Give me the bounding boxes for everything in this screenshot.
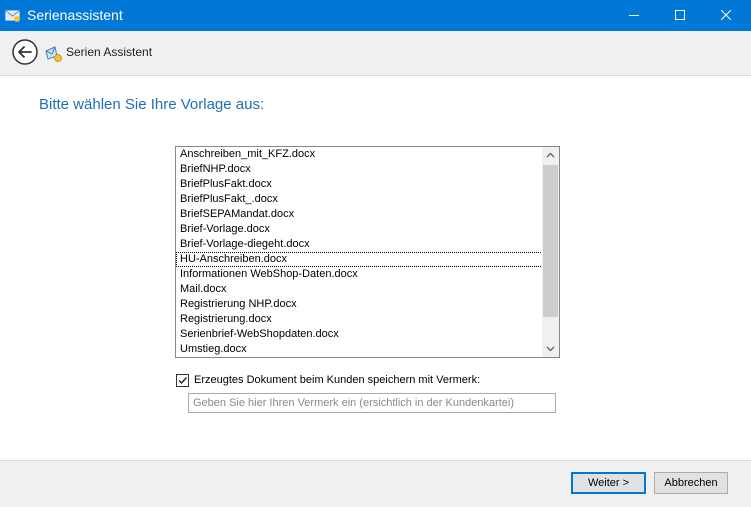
wizard-header: Serien Assistent — [0, 31, 751, 76]
template-list-item[interactable]: Umstieg.docx — [176, 342, 543, 357]
vertical-scrollbar[interactable] — [542, 147, 559, 357]
template-list-item[interactable]: HU-Anschreiben.docx — [176, 252, 543, 267]
template-list-item[interactable]: Registrierung NHP.docx — [176, 297, 543, 312]
chevron-up-icon — [546, 152, 555, 158]
template-list-item[interactable]: Brief-Vorlage-diegeht.docx — [176, 237, 543, 252]
template-list-item[interactable]: BriefSEPAMandat.docx — [176, 207, 543, 222]
template-list-item[interactable]: Registrierung.docx — [176, 312, 543, 327]
template-list-item[interactable]: BriefNHP.docx — [176, 162, 543, 177]
minimize-button[interactable] — [611, 0, 657, 31]
scroll-up-button[interactable] — [542, 147, 559, 164]
close-button[interactable] — [703, 0, 749, 31]
template-list-item[interactable]: Brief-Vorlage.docx — [176, 222, 543, 237]
scroll-thumb[interactable] — [543, 165, 558, 317]
chevron-down-icon — [546, 346, 555, 352]
checkmark-icon — [178, 377, 188, 385]
next-button[interactable]: Weiter > — [571, 472, 646, 494]
save-with-note-checkbox[interactable] — [176, 374, 189, 387]
template-list-item[interactable]: Anschreiben_mit_KFZ.docx — [176, 147, 543, 162]
mail-merge-icon — [45, 46, 63, 62]
back-arrow-icon — [12, 39, 38, 65]
title-bar: Serienassistent — [0, 0, 751, 31]
maximize-button[interactable] — [657, 0, 703, 31]
page-heading: Bitte wählen Sie Ihre Vorlage aus: — [39, 96, 265, 113]
template-list-item[interactable]: Informationen WebShop-Daten.docx — [176, 267, 543, 282]
scroll-down-button[interactable] — [542, 340, 559, 357]
vermerk-input[interactable] — [188, 393, 556, 413]
template-list-item[interactable]: Serienbrief-WebShopdaten.docx — [176, 327, 543, 342]
template-list: Anschreiben_mit_KFZ.docx BriefNHP.docx Bri… — [176, 147, 543, 357]
close-icon — [721, 10, 731, 20]
maximize-icon — [675, 10, 685, 20]
app-icon — [5, 8, 21, 22]
cancel-button[interactable]: Abbrechen — [654, 472, 728, 494]
wizard-title: Serien Assistent — [66, 45, 153, 59]
back-button[interactable] — [12, 39, 38, 65]
window-title: Serienassistent — [27, 7, 123, 23]
save-with-note-label[interactable]: Erzeugtes Dokument beim Kunden speichern… — [194, 374, 480, 386]
template-list-item[interactable]: BriefPlusFakt_.docx — [176, 192, 543, 207]
minimize-icon — [629, 15, 639, 16]
template-list-item[interactable]: Mail.docx — [176, 282, 543, 297]
template-listbox[interactable]: Anschreiben_mit_KFZ.docx BriefNHP.docx Bri… — [175, 146, 560, 358]
template-list-item[interactable]: BriefPlusFakt.docx — [176, 177, 543, 192]
wizard-footer: Weiter > Abbrechen — [0, 460, 751, 507]
